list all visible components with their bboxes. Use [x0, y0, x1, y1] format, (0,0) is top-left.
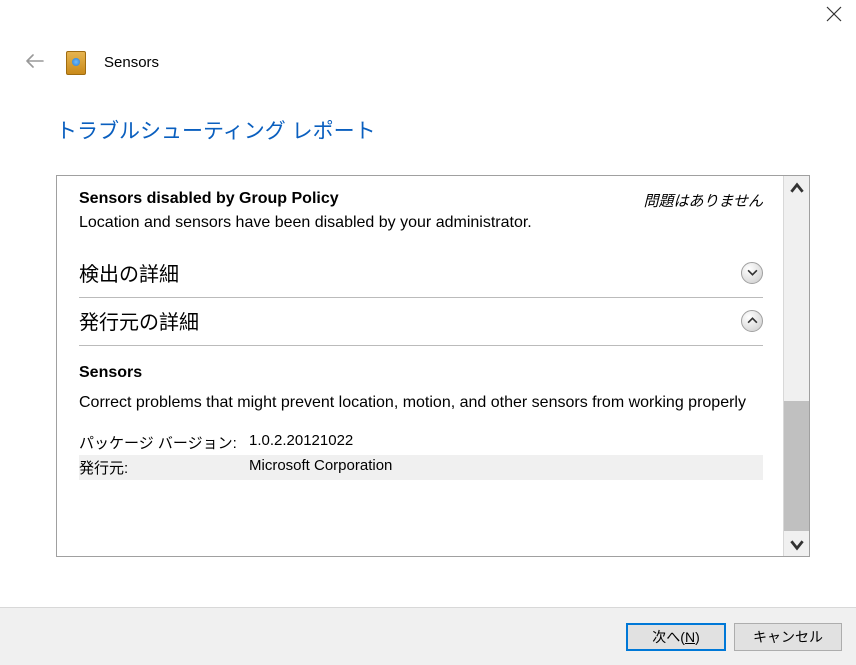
package-name: Sensors	[79, 364, 763, 382]
publisher-details: Sensors Correct problems that might prev…	[79, 364, 763, 480]
content-area: トラブルシューティング レポート 問題はありません Sensors disabl…	[0, 85, 856, 557]
info-value: 1.0.2.20121022	[249, 432, 353, 453]
detection-section[interactable]: 検出の詳細	[79, 250, 763, 298]
chevron-up-icon[interactable]	[741, 310, 763, 332]
info-label: 発行元:	[79, 457, 249, 478]
report-frame: 問題はありません Sensors disabled by Group Polic…	[56, 175, 810, 557]
titlebar	[0, 0, 856, 40]
window-title: Sensors	[104, 54, 159, 71]
info-value: Microsoft Corporation	[249, 457, 392, 478]
issue-row: 問題はありません Sensors disabled by Group Polic…	[79, 190, 763, 208]
button-bar: 次へ(N) キャンセル	[0, 607, 856, 665]
publisher-section[interactable]: 発行元の詳細	[79, 298, 763, 346]
cancel-button[interactable]: キャンセル	[734, 623, 842, 651]
next-button[interactable]: 次へ(N)	[626, 623, 726, 651]
scroll-up-button[interactable]	[784, 176, 809, 201]
package-description: Correct problems that might prevent loca…	[79, 392, 763, 414]
scrollbar[interactable]	[783, 176, 809, 556]
chevron-down-icon[interactable]	[741, 262, 763, 284]
scroll-down-button[interactable]	[784, 531, 809, 556]
publisher-section-title: 発行元の詳細	[79, 306, 199, 335]
info-row: パッケージ バージョン: 1.0.2.20121022	[79, 430, 763, 455]
close-button[interactable]	[826, 6, 842, 22]
issue-status: 問題はありません	[643, 190, 763, 211]
wizard-icon	[66, 51, 86, 75]
report-header: トラブルシューティング レポート	[56, 115, 810, 145]
scroll-track[interactable]	[784, 201, 809, 531]
nav-header: Sensors	[0, 40, 856, 85]
report-body: 問題はありません Sensors disabled by Group Polic…	[57, 176, 783, 556]
info-label: パッケージ バージョン:	[79, 432, 249, 453]
issue-description: Location and sensors have been disabled …	[79, 214, 763, 232]
detection-section-title: 検出の詳細	[79, 258, 179, 287]
scroll-thumb[interactable]	[784, 401, 809, 531]
back-arrow-icon	[22, 48, 48, 77]
info-row: 発行元: Microsoft Corporation	[79, 455, 763, 480]
